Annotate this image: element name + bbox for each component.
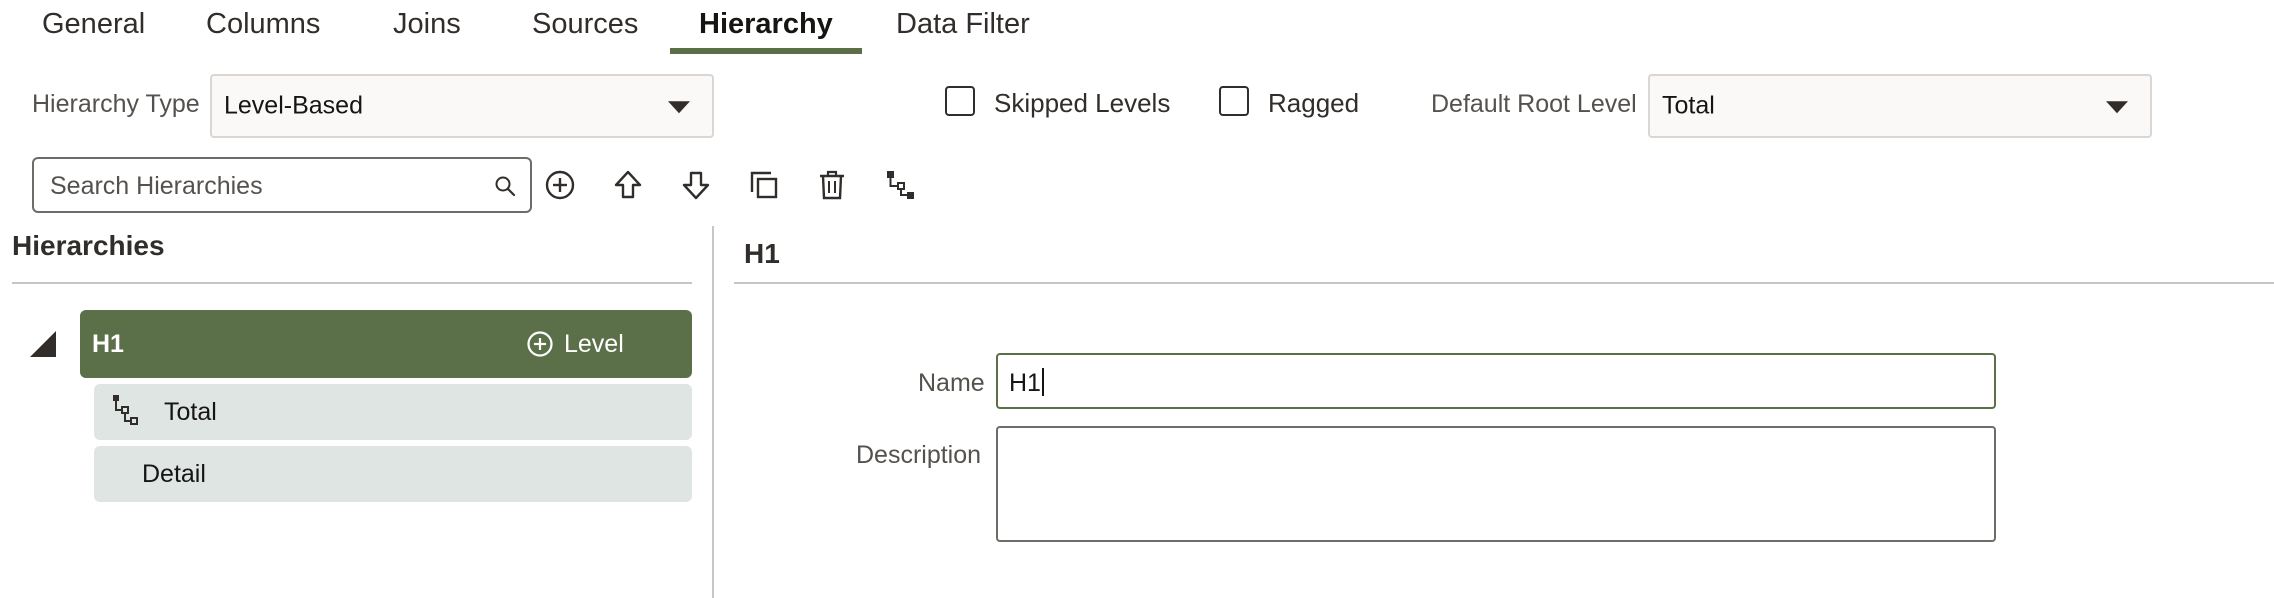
detail-title: H1 xyxy=(744,238,780,269)
level-name: Detail xyxy=(142,460,206,488)
tab-general[interactable]: General xyxy=(42,4,145,44)
move-down-button[interactable] xyxy=(679,168,713,202)
ragged-checkbox[interactable] xyxy=(1219,86,1249,116)
default-root-level-label: Default Root Level xyxy=(1431,90,1637,118)
hierarchy-type-label: Hierarchy Type xyxy=(32,90,200,118)
delete-button[interactable] xyxy=(815,168,849,202)
add-hierarchy-button[interactable] xyxy=(543,168,577,202)
level-row-detail[interactable]: Detail xyxy=(94,446,692,502)
search-hierarchies xyxy=(32,157,532,213)
default-root-level-value: Total xyxy=(1662,91,1715,120)
tab-joins[interactable]: Joins xyxy=(393,4,461,44)
panel-splitter[interactable] xyxy=(712,226,714,598)
add-circle-icon xyxy=(527,331,553,357)
collapse-toggle-icon[interactable] xyxy=(30,331,56,357)
tab-sources[interactable]: Sources xyxy=(532,4,638,44)
move-up-button[interactable] xyxy=(611,168,645,202)
add-level-label: Level xyxy=(564,330,624,358)
tab-columns[interactable]: Columns xyxy=(206,4,320,44)
left-panel-divider xyxy=(12,282,692,284)
duplicate-button[interactable] xyxy=(747,168,781,202)
move-down-icon xyxy=(682,171,710,200)
name-label: Name xyxy=(918,369,985,397)
ragged-label[interactable]: Ragged xyxy=(1268,88,1359,119)
skipped-levels-checkbox[interactable] xyxy=(945,86,975,116)
search-icon[interactable] xyxy=(494,175,516,197)
search-input[interactable] xyxy=(48,167,482,205)
duplicate-icon xyxy=(750,171,778,199)
hierarchy-view-button[interactable] xyxy=(883,168,917,202)
description-label: Description xyxy=(856,441,982,469)
description-field[interactable] xyxy=(996,426,1996,542)
delete-icon xyxy=(820,170,844,200)
tab-hierarchy[interactable]: Hierarchy xyxy=(699,4,833,44)
skipped-levels-label[interactable]: Skipped Levels xyxy=(994,88,1170,119)
detail-divider xyxy=(734,282,2274,284)
name-value: H1 xyxy=(1009,368,1044,398)
level-row-total[interactable]: Total xyxy=(94,384,692,440)
add-icon xyxy=(545,170,575,200)
chevron-down-icon xyxy=(2106,101,2128,114)
active-tab-indicator xyxy=(670,48,862,54)
hierarchy-type-value: Level-Based xyxy=(224,91,363,120)
hierarchy-type-select[interactable]: Level-Based xyxy=(210,74,714,138)
hierarchies-panel-title: Hierarchies xyxy=(12,230,165,261)
default-root-level-select[interactable]: Total xyxy=(1648,74,2152,138)
hierarchy-name: H1 xyxy=(92,330,124,358)
level-name: Total xyxy=(164,398,217,426)
move-up-icon xyxy=(614,170,642,199)
name-field[interactable]: H1 xyxy=(996,353,1996,409)
hierarchy-row-h1[interactable]: H1 Level xyxy=(80,310,692,378)
root-level-icon xyxy=(113,395,138,425)
tab-data-filter[interactable]: Data Filter xyxy=(896,4,1030,44)
hierarchy-tree-icon xyxy=(887,171,914,199)
chevron-down-icon xyxy=(668,101,690,114)
